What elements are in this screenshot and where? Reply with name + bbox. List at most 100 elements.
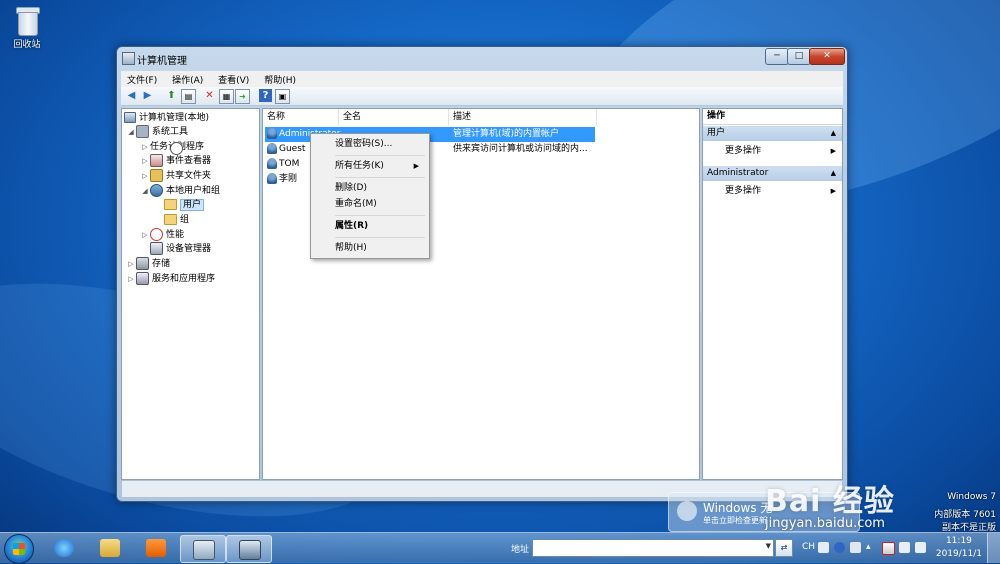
help-tray-icon[interactable] [834,542,845,553]
tree-item-storage[interactable]: ▷ 存储 [126,257,170,271]
help-icon[interactable]: ? [259,89,272,102]
users-icon [150,184,163,197]
tools-icon [136,125,149,138]
action-center-icon[interactable] [882,542,895,555]
maximize-button[interactable]: □ [787,48,811,65]
delete-icon[interactable]: ✕ [203,89,216,102]
start-button[interactable] [4,534,34,564]
tree-item-device-manager[interactable]: 设备管理器 [150,242,211,256]
taskbar-ie[interactable] [42,535,86,561]
submenu-arrow-icon: ▶ [413,162,419,170]
expand-arrow-icon[interactable]: ▷ [140,140,150,154]
menu-separator [335,177,425,178]
minimize-button[interactable]: ─ [765,48,789,65]
tray-expand-icon[interactable]: ▴ [866,542,871,552]
taskbar-explorer[interactable] [88,535,132,561]
expand-arrow-icon[interactable]: ▷ [140,169,150,183]
system-clock[interactable]: 11:19 2019/11/1 [936,535,982,561]
expand-arrow-icon[interactable]: ▷ [140,154,150,168]
show-desktop-button[interactable] [987,533,1000,563]
recycle-bin-icon [14,5,40,36]
services-icon [136,272,149,285]
tree-item-shared-folders[interactable]: ▷ 共享文件夹 [140,169,211,183]
network-icon[interactable] [899,542,910,553]
actions-header: 操作 [703,109,842,125]
menu-item-help[interactable]: 帮助(H) [313,241,427,256]
tree-item-local-users-groups[interactable]: ◢ 本地用户和组 [140,184,220,198]
show-tree-icon[interactable]: ▤ [181,89,196,104]
actions-section-users[interactable]: 用户 ▲ [703,126,842,141]
menu-item-rename[interactable]: 重命名(M) [313,197,427,212]
menu-separator [335,215,425,216]
folder-icon [164,199,177,210]
column-header-fullname[interactable]: 全名 [339,109,449,125]
menu-separator [335,155,425,156]
toolbar: ◀ ▶ ⬆ ▤ ✕ ▦ ➜ ? ▣ [121,87,843,106]
expand-arrow-icon[interactable]: ▷ [126,272,136,286]
menu-item-all-tasks[interactable]: 所有任务(K) ▶ [313,159,427,174]
forward-icon[interactable]: ▶ [141,89,154,102]
file-explorer-icon [100,539,120,557]
taskbar-computer-management[interactable] [226,535,272,563]
tree-item-event-viewer[interactable]: ▷ 事件查看器 [140,154,211,168]
tree-item-performance[interactable]: ▷ 性能 [140,228,184,242]
os-build: 内部版本 7601 [934,510,996,520]
column-header-name[interactable]: 名称 [263,109,339,125]
context-menu: 设置密码(S)... 所有任务(K) ▶ 删除(D) 重命名(M) 属性(R) 帮… [310,133,430,259]
windows-logo-icon [13,543,25,555]
export-icon[interactable]: ➜ [235,89,250,104]
close-button[interactable]: ✕ [809,48,845,65]
keyboard-icon[interactable] [818,542,829,553]
language-indicator[interactable]: CH [802,542,815,552]
tree-item-system-tools[interactable]: ◢ 系统工具 [126,125,188,139]
up-icon[interactable]: ⬆ [165,89,178,102]
ime-settings-icon[interactable] [850,542,861,553]
row-description: 供来宾访问计算机或访问域的内... [453,144,588,154]
mmc-icon [193,540,215,560]
recycle-bin-desktop-icon[interactable]: 回收站 [8,5,46,50]
menu-item-delete[interactable]: 删除(D) [313,181,427,196]
baidu-watermark-url: jingyan.baidu.com [765,516,885,531]
collapse-icon[interactable]: ▲ [831,166,836,181]
tree-item-services-apps[interactable]: ▷ 服务和应用程序 [126,272,215,286]
dropdown-arrow-icon[interactable]: ▼ [766,542,771,550]
computer-management-icon [239,540,261,560]
menu-item-properties[interactable]: 属性(R) [313,219,427,234]
tree-item-root[interactable]: 计算机管理(本地) [124,111,209,125]
properties-icon[interactable]: ▦ [219,89,234,104]
collapse-arrow-icon[interactable]: ◢ [140,184,150,198]
expand-arrow-icon[interactable]: ▷ [140,228,150,242]
more-actions-users[interactable]: 更多操作 ▶ [725,144,838,159]
go-button[interactable]: ⇄ [775,539,793,557]
performance-icon [150,228,163,241]
title-bar[interactable]: 计算机管理 ─ □ ✕ [117,47,847,69]
actions-section-administrator[interactable]: Administrator ▲ [703,166,842,181]
notification-subtitle: 单击立即检查更新 [703,516,767,525]
collapse-arrow-icon[interactable]: ◢ [126,125,136,139]
column-header-description[interactable]: 描述 [449,109,597,125]
taskbar-mmc[interactable] [180,535,226,563]
clock-time: 11:19 [945,536,972,546]
expand-arrow-icon[interactable]: ▷ [126,257,136,271]
menu-item-set-password[interactable]: 设置密码(S)... [313,137,427,152]
row-description: 管理计算机(域)的内置帐户 [453,129,560,139]
submenu-arrow-icon: ▶ [830,187,836,195]
tree-item-task-scheduler[interactable]: ▷任务计划程序 [140,140,204,155]
address-input[interactable]: ▼ [532,539,774,557]
menu-view[interactable]: 查看(V) [212,71,255,88]
menu-action[interactable]: 操作(A) [166,71,209,88]
back-icon[interactable]: ◀ [125,89,138,102]
taskbar-media-player[interactable] [134,535,178,561]
notification-title: Windows 无 [703,501,773,515]
tree-item-groups[interactable]: 组 [164,213,189,227]
view-icon[interactable]: ▣ [275,89,290,104]
internet-explorer-icon [54,539,74,557]
more-actions-administrator[interactable]: 更多操作 ▶ [725,184,838,199]
event-viewer-icon [150,154,163,167]
menu-help[interactable]: 帮助(H) [258,71,302,88]
menu-file[interactable]: 文件(F) [121,71,163,88]
collapse-icon[interactable]: ▲ [831,126,836,141]
tree-item-users[interactable]: 用户 [164,198,205,212]
volume-icon[interactable] [915,542,926,553]
recycle-bin-label: 回收站 [13,40,41,50]
